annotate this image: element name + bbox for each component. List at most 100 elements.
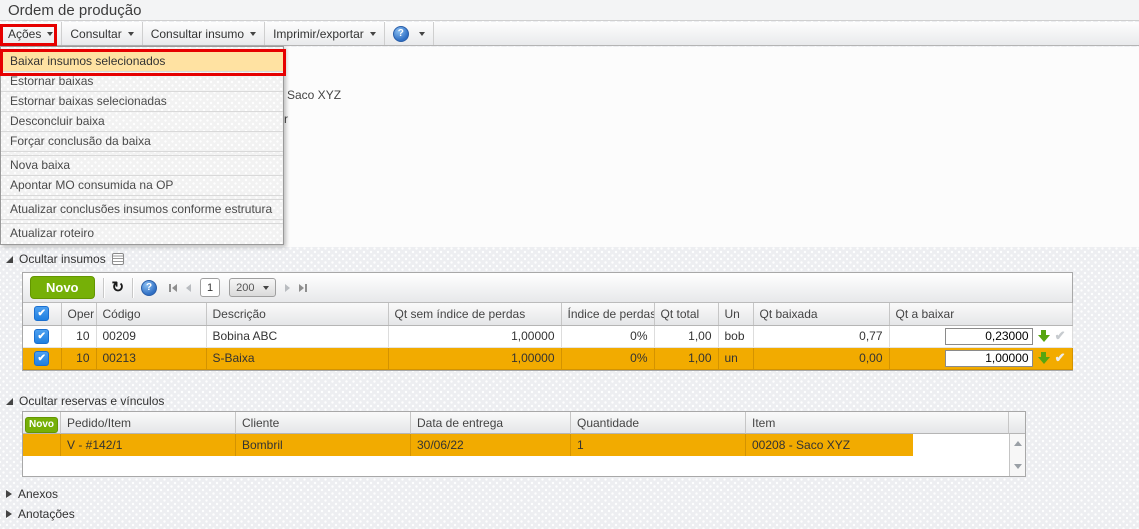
menu-item-apontar-mo-consumida-na-op[interactable]: Apontar MO consumida na OP xyxy=(1,176,283,196)
confirm-check-icon[interactable]: ✔ xyxy=(1055,328,1066,344)
cell-quantidade: 1 xyxy=(571,434,746,456)
insumos-header-row: ✔ Oper Código Descrição Qt sem índice de… xyxy=(23,303,1073,326)
page-size-value: 200 xyxy=(236,281,255,294)
col-header-qt-baixada[interactable]: Qt baixada xyxy=(753,303,890,326)
section-toggle-anotacoes[interactable]: Anotações xyxy=(6,507,75,521)
next-page-button[interactable] xyxy=(285,283,291,292)
section-toggle-insumos[interactable]: Ocultar insumos xyxy=(6,252,124,266)
row-checkbox[interactable]: ✔ xyxy=(34,350,50,366)
col-header-cliente[interactable]: Cliente xyxy=(236,412,411,434)
col-header-codigo[interactable]: Código xyxy=(96,303,207,326)
menu-item-nova-baixa[interactable]: Nova baixa xyxy=(1,156,283,176)
col-header-qt-a-baixar[interactable]: Qt a baixar xyxy=(889,303,1073,326)
row-checkbox[interactable]: ✔ xyxy=(34,328,50,344)
cell-un: un xyxy=(718,347,754,370)
menu-button-imprimir-exportar[interactable]: Imprimir/exportar xyxy=(265,22,385,45)
section-toggle-anexos[interactable]: Anexos xyxy=(6,487,58,501)
collapse-triangle-icon xyxy=(6,397,13,405)
menu-item-desconcluir-baixa[interactable]: Desconcluir baixa xyxy=(1,112,283,132)
collapse-triangle-icon xyxy=(6,255,13,263)
col-header-data-entrega[interactable]: Data de entrega xyxy=(411,412,571,434)
scroll-down-icon[interactable] xyxy=(1014,464,1022,469)
qt-a-baixar-input[interactable] xyxy=(944,327,1033,345)
cell-indice-perdas: 0% xyxy=(561,347,655,370)
cell-un: bob xyxy=(718,325,754,348)
col-header-quantidade[interactable]: Quantidade xyxy=(571,412,746,434)
menu-button-consultar-label: Consultar xyxy=(70,26,122,41)
cell-data-entrega: 30/06/22 xyxy=(411,434,571,456)
previous-page-button[interactable] xyxy=(186,283,192,292)
menu-button-consultar[interactable]: Consultar xyxy=(62,22,143,45)
cell-row-handle xyxy=(23,434,61,456)
scroll-up-icon[interactable] xyxy=(1014,441,1022,446)
item-text-fragment: Saco XYZ xyxy=(287,88,342,102)
section-toggle-reservas[interactable]: Ocultar reservas e vínculos xyxy=(6,394,164,408)
help-menu-button[interactable]: ? xyxy=(385,22,434,45)
grid-view-icon[interactable] xyxy=(111,253,124,265)
menu-button-imprimir-exportar-label: Imprimir/exportar xyxy=(273,26,364,41)
section-label-insumos: Ocultar insumos xyxy=(19,252,106,266)
qt-a-baixar-input[interactable] xyxy=(944,349,1033,367)
menu-item-atualizar-conclusoes-insumos[interactable]: Atualizar conclusões insumos conforme es… xyxy=(1,200,283,220)
main-toolbar: Ações Consultar Consultar insumo Imprimi… xyxy=(0,22,1139,46)
partial-text-fragment: r xyxy=(284,112,288,126)
grid-help-icon[interactable]: ? xyxy=(141,279,158,296)
header-scroll-spacer xyxy=(1009,412,1025,434)
section-label-reservas: Ocultar reservas e vínculos xyxy=(19,394,165,408)
menu-button-consultar-insumo[interactable]: Consultar insumo xyxy=(143,22,266,45)
cell-item: 00208 - Saco XYZ xyxy=(746,434,1009,456)
menu-item-estornar-baixas-selecionadas[interactable]: Estornar baixas selecionadas xyxy=(1,92,283,112)
help-icon[interactable]: ? xyxy=(392,25,409,42)
pagination: 1 200 xyxy=(169,278,308,297)
last-page-button[interactable] xyxy=(299,283,308,292)
col-header-descricao[interactable]: Descrição xyxy=(206,303,389,326)
chevron-down-icon xyxy=(369,31,376,36)
select-all-checkbox[interactable]: ✔ xyxy=(34,306,50,322)
col-header-pedido-item[interactable]: Pedido/Item xyxy=(61,412,236,434)
chevron-down-icon xyxy=(127,31,134,36)
cell-codigo: 00209 xyxy=(96,325,207,348)
novo-button-small[interactable]: Novo xyxy=(25,417,58,433)
cell-qt-total: 1,00 xyxy=(654,347,719,370)
cell-descricao: S-Baixa xyxy=(206,347,389,370)
page-title: Ordem de produção xyxy=(8,2,142,19)
col-header-item[interactable]: Item xyxy=(746,412,1009,434)
cell-pedido-item: V - #142/1 xyxy=(61,434,236,456)
menu-button-consultar-insumo-label: Consultar insumo xyxy=(150,26,245,41)
insumos-table: ✔ Oper Código Descrição Qt sem índice de… xyxy=(23,303,1073,370)
col-header-qt-total[interactable]: Qt total xyxy=(654,303,719,326)
col-header-un[interactable]: Un xyxy=(718,303,754,326)
confirm-check-icon[interactable]: ✔ xyxy=(1055,350,1066,366)
col-header-qt-sem-indice[interactable]: Qt sem índice de perdas xyxy=(388,303,562,326)
cell-cliente: Bombril xyxy=(236,434,411,456)
menu-item-atualizar-roteiro[interactable]: Atualizar roteiro xyxy=(1,224,283,244)
insumos-row-2-selected[interactable]: ✔ 10 00213 S-Baixa 1,00000 0% 1,00 un 0,… xyxy=(23,347,1073,370)
insumos-row-1[interactable]: ✔ 10 00209 Bobina ABC 1,00000 0% 1,00 bo… xyxy=(23,325,1073,348)
cell-qt-baixada: 0,00 xyxy=(753,347,890,370)
vertical-scrollbar[interactable] xyxy=(1009,434,1025,476)
page-size-select[interactable]: 200 xyxy=(229,278,277,297)
first-page-button[interactable] xyxy=(169,283,178,292)
chevron-down-icon xyxy=(47,31,54,36)
menu-button-acoes[interactable]: Ações xyxy=(0,22,63,45)
baixar-arrow-icon[interactable] xyxy=(1037,352,1050,364)
reservas-header-row: Novo Pedido/Item Cliente Data de entrega… xyxy=(23,412,1025,434)
cell-codigo: 00213 xyxy=(96,347,207,370)
chevron-down-icon xyxy=(263,285,270,290)
col-header-indice-perdas[interactable]: Índice de perdas xyxy=(561,303,655,326)
baixar-arrow-icon[interactable] xyxy=(1037,330,1050,342)
cell-oper: 10 xyxy=(61,325,97,348)
menu-item-estornar-baixas[interactable]: Estornar baixas xyxy=(1,72,283,92)
col-header-oper[interactable]: Oper xyxy=(61,303,97,326)
cell-oper: 10 xyxy=(61,347,97,370)
menu-item-forcar-conclusao-da-baixa[interactable]: Forçar conclusão da baixa xyxy=(1,132,283,152)
expand-triangle-icon xyxy=(6,510,12,518)
novo-button[interactable]: Novo xyxy=(30,276,95,299)
refresh-icon[interactable]: ↻ xyxy=(112,280,125,295)
insumos-grid-toolbar: Novo ↻ ? 1 200 xyxy=(23,273,1072,303)
current-page-input[interactable]: 1 xyxy=(200,278,221,297)
menu-item-baixar-insumos-selecionados[interactable]: Baixar insumos selecionados xyxy=(1,52,283,72)
cell-indice-perdas: 0% xyxy=(561,325,655,348)
chevron-down-icon xyxy=(418,31,425,36)
reservas-row-selected[interactable]: V - #142/1 Bombril 30/06/22 1 00208 - Sa… xyxy=(23,434,1025,456)
